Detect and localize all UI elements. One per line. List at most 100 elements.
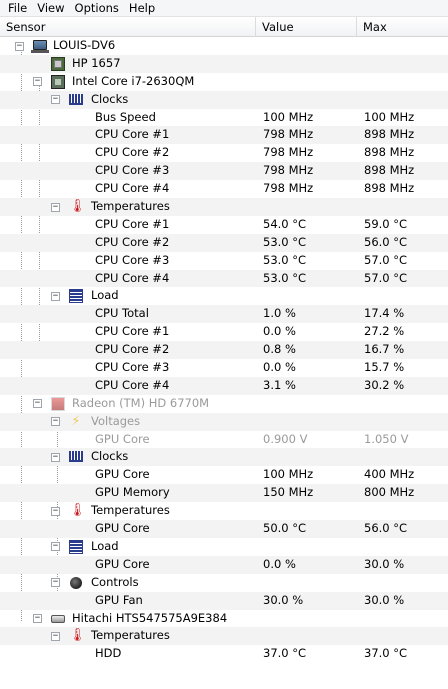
column-header-sensor[interactable]: Sensor <box>0 17 256 37</box>
sensor-label: CPU Core #3 <box>95 360 170 375</box>
collapse-toggle[interactable]: − <box>51 506 60 516</box>
sensor-tree[interactable]: − LOUIS-DV6 HP 1657 − Intel Core i7-2630… <box>0 37 448 663</box>
sensor-max: 898 MHz <box>364 181 415 196</box>
collapse-toggle[interactable]: − <box>51 95 60 105</box>
sensor-label: HDD <box>95 646 122 661</box>
sensor-max: 27.2 % <box>364 324 405 339</box>
load-icon <box>69 289 83 304</box>
sensor-row[interactable]: CPU Core #1 54.0 °C 59.0 °C <box>0 216 448 234</box>
sensor-label: CPU Core #4 <box>95 270 170 285</box>
sensor-row[interactable]: CPU Core #3 798 MHz 898 MHz <box>0 162 448 181</box>
sensor-row[interactable]: CPU Core #1 798 MHz 898 MHz <box>0 126 448 145</box>
sensor-row[interactable]: CPU Total 1.0 % 17.4 % <box>0 305 448 324</box>
collapse-toggle[interactable]: − <box>51 578 60 588</box>
sensor-row[interactable]: CPU Core #2 53.0 °C 56.0 °C <box>0 233 448 252</box>
collapse-toggle[interactable]: − <box>33 77 42 87</box>
sensor-row[interactable]: CPU Core #4 3.1 % 30.2 % <box>0 376 448 395</box>
sensor-value: 53.0 °C <box>263 252 307 267</box>
sensor-max: 800 MHz <box>364 485 415 500</box>
tree-row-label: Temperatures <box>91 628 170 643</box>
collapse-toggle[interactable]: − <box>33 399 42 409</box>
sensor-value: 50.0 °C <box>263 521 307 536</box>
sensor-label: Bus Speed <box>95 109 156 124</box>
sensor-value: 0.0 % <box>263 556 296 571</box>
collapse-toggle[interactable]: − <box>15 41 24 51</box>
tree-row-temperatures[interactable]: − 🌡 Temperatures <box>0 502 448 520</box>
column-header-max[interactable]: Max <box>357 17 448 37</box>
collapse-toggle[interactable]: − <box>51 631 60 641</box>
sensor-value: 0.8 % <box>263 342 296 357</box>
sensor-row[interactable]: Bus Speed 100 MHz 100 MHz <box>0 109 448 127</box>
collapse-toggle[interactable]: − <box>51 542 60 552</box>
tree-row-clocks[interactable]: − Clocks <box>0 448 448 467</box>
tree-row-label: LOUIS-DV6 <box>53 38 116 52</box>
sensor-max: 30.2 % <box>364 377 405 392</box>
mainboard-icon <box>51 56 65 71</box>
tree-row-label: Hitachi HTS547575A9E384 <box>72 610 228 625</box>
tree-row-label: HP 1657 <box>72 55 121 70</box>
sensor-row[interactable]: CPU Core #4 798 MHz 898 MHz <box>0 180 448 198</box>
sensor-row[interactable]: GPU Core 100 MHz 400 MHz <box>0 466 448 484</box>
sensor-row[interactable]: GPU Core 0.900 V 1.050 V <box>0 431 448 449</box>
menu-bar: File View Options Help <box>0 0 448 17</box>
column-header-value[interactable]: Value <box>256 17 357 37</box>
tree-row-label: Controls <box>91 574 139 589</box>
sensor-row[interactable]: CPU Core #2 0.8 % 16.7 % <box>0 341 448 360</box>
collapse-toggle[interactable]: − <box>51 417 60 427</box>
tree-row-label: Clocks <box>91 91 129 106</box>
sensor-row[interactable]: CPU Core #3 53.0 °C 57.0 °C <box>0 252 448 270</box>
sensor-label: CPU Core #2 <box>95 145 170 160</box>
menu-help[interactable]: Help <box>125 0 161 16</box>
sensor-row[interactable]: GPU Memory 150 MHz 800 MHz <box>0 484 448 503</box>
tree-row-label: Voltages <box>91 413 141 428</box>
sensor-value: 150 MHz <box>263 485 314 500</box>
sensor-value: 0.0 % <box>263 360 296 375</box>
collapse-toggle[interactable]: − <box>51 291 60 301</box>
sensor-row[interactable]: CPU Core #2 798 MHz 898 MHz <box>0 144 448 162</box>
collapse-toggle[interactable]: − <box>51 202 60 212</box>
tree-row-computer[interactable]: − LOUIS-DV6 <box>0 37 448 55</box>
thermometer-icon: 🌡 <box>69 199 86 215</box>
tree-row-temperatures[interactable]: − 🌡 Temperatures <box>0 627 448 646</box>
gpu-icon <box>51 396 65 411</box>
sensor-label: CPU Total <box>95 306 149 321</box>
tree-row-load[interactable]: − Load <box>0 538 448 556</box>
tree-row-mainboard[interactable]: HP 1657 <box>0 54 448 73</box>
tree-row-hdd[interactable]: − Hitachi HTS547575A9E384 <box>0 610 448 628</box>
tree-row-clocks[interactable]: − Clocks <box>0 90 448 109</box>
clocks-icon <box>69 93 83 105</box>
sensor-row[interactable]: GPU Fan 30.0 % 30.0 % <box>0 591 448 610</box>
tree-row-temperatures[interactable]: − 🌡 Temperatures <box>0 198 448 216</box>
sensor-value: 53.0 °C <box>263 234 307 249</box>
menu-file[interactable]: File <box>4 0 33 16</box>
column-header: Sensor Value Max <box>0 17 448 37</box>
sensor-max: 100 MHz <box>364 109 415 124</box>
tree-row-cpu[interactable]: − Intel Core i7-2630QM <box>0 73 448 91</box>
fan-icon <box>70 576 82 589</box>
tree-row-label: Temperatures <box>91 503 170 518</box>
sensor-label: CPU Core #2 <box>95 234 170 249</box>
collapse-toggle[interactable]: − <box>33 614 42 623</box>
tree-row-load[interactable]: − Load <box>0 287 448 305</box>
sensor-max: 898 MHz <box>364 163 415 178</box>
sensor-row[interactable]: GPU Core 50.0 °C 56.0 °C <box>0 520 448 538</box>
sensor-row[interactable]: HDD 37.0 °C 37.0 °C <box>0 645 448 663</box>
menu-options[interactable]: Options <box>71 0 125 16</box>
sensor-label: GPU Memory <box>95 485 170 500</box>
sensor-row[interactable]: CPU Core #1 0.0 % 27.2 % <box>0 323 448 341</box>
sensor-row[interactable]: GPU Core 0.0 % 30.0 % <box>0 555 448 574</box>
sensor-label: CPU Core #1 <box>95 216 170 231</box>
sensor-max: 56.0 °C <box>364 234 408 249</box>
sensor-label: GPU Core <box>95 431 150 446</box>
sensor-value: 3.1 % <box>263 377 296 392</box>
sensor-row[interactable]: CPU Core #4 53.0 °C 57.0 °C <box>0 269 448 288</box>
tree-row-voltages[interactable]: − ⚡ Voltages <box>0 412 448 431</box>
sensor-value: 798 MHz <box>263 145 314 160</box>
load-icon <box>69 539 83 554</box>
collapse-toggle[interactable]: − <box>51 452 60 462</box>
sensor-label: CPU Core #4 <box>95 377 170 392</box>
sensor-row[interactable]: CPU Core #3 0.0 % 15.7 % <box>0 359 448 377</box>
tree-row-gpu[interactable]: − Radeon (TM) HD 6770M <box>0 395 448 413</box>
tree-row-controls[interactable]: − Controls <box>0 574 448 592</box>
menu-view[interactable]: View <box>33 0 70 16</box>
